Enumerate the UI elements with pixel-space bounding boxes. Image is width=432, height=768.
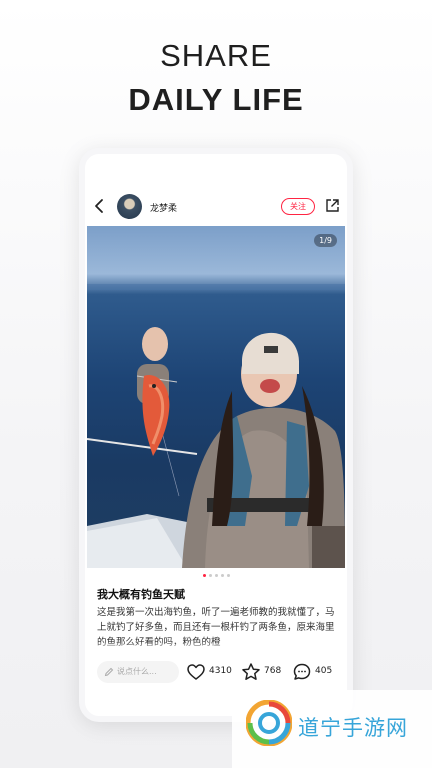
promo-headline-daily-life: DAILY LIFE [128,82,304,117]
carousel-dot [208,574,212,577]
carousel-dot [220,574,224,577]
fishing-scene-illustration [87,284,345,568]
site-watermark: 道宁手游网 [232,690,432,768]
text-fade [85,642,347,652]
post-photo[interactable]: 1/9 [87,226,345,568]
comment-placeholder: 说点什么... [117,667,157,676]
star-icon [242,663,260,680]
phone-mockup: 龙梦柔 关注 1/9 我大概有钓鱼天赋 这是我第一次出海钓鱼，听了一遍老师教的我… [79,148,353,722]
carousel-dots [85,574,347,577]
pencil-icon [104,667,114,677]
back-chevron-icon[interactable] [93,198,107,214]
avatar[interactable] [117,194,142,219]
post-title: 我大概有钓鱼天赋 [97,588,185,601]
carousel-dot [202,574,206,577]
heart-icon [187,664,205,680]
comment-icon [293,663,311,680]
follow-button[interactable]: 关注 [281,198,315,215]
swirl-logo [246,700,292,746]
post-header: 龙梦柔 关注 [85,154,347,226]
carousel-dot [226,574,230,577]
username[interactable]: 龙梦柔 [150,201,177,214]
watermark-text: 道宁手游网 [298,716,408,740]
image-counter: 1/9 [314,234,337,247]
comment-count: 405 [315,666,333,676]
share-icon[interactable] [325,198,340,213]
collect-count: 768 [264,666,282,676]
promo-headline-share: SHARE [160,38,272,73]
like-count: 4310 [209,666,232,676]
carousel-dot [214,574,218,577]
comment-input[interactable]: 说点什么... [97,661,179,683]
